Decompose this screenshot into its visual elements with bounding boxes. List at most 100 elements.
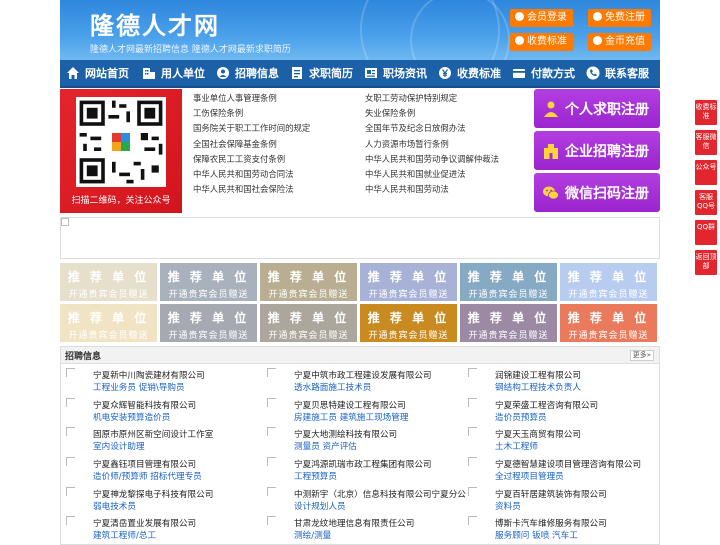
recommended-unit-tile[interactable]: 推 荐 单 位开通贵宾会员赠送 <box>460 263 557 301</box>
company-name-link[interactable]: 中测新宇（北京）信息科技有限公司宁夏分公 <box>294 488 466 500</box>
policy-link[interactable]: 中华人民共和国就业促进法 <box>362 167 534 182</box>
nav-item-employers[interactable]: 用人单位 <box>136 59 210 87</box>
company-name-link[interactable]: 宁夏神龙黎探电子科技有限公司 <box>93 488 213 500</box>
recommended-unit-tile[interactable]: 推 荐 单 位开通贵宾会员赠送 <box>160 263 257 301</box>
recommended-unit-tile[interactable]: 推 荐 单 位开通贵宾会员赠送 <box>360 304 457 342</box>
company-name-link[interactable]: 润锦建设工程有限公司 <box>495 369 581 381</box>
company-name-link[interactable]: 固原市原州区新空间设计工作室 <box>93 428 213 440</box>
policy-link[interactable]: 中华人民共和国劳动争议调解仲裁法 <box>362 152 534 167</box>
company-name-link[interactable]: 宁夏贝思特建设工程有限公司 <box>294 399 406 411</box>
recommended-unit-tile[interactable]: 推 荐 单 位开通贵宾会员赠送 <box>260 304 357 342</box>
recommended-unit-tile[interactable]: 推 荐 单 位开通贵宾会员赠送 <box>560 263 657 301</box>
company-logo-image[interactable] <box>66 516 75 526</box>
recommended-unit-tile[interactable]: 推 荐 单 位开通贵宾会员赠送 <box>160 304 257 342</box>
policy-link[interactable]: 人力资源市场暂行条例 <box>362 137 534 152</box>
nav-item-home[interactable]: 网站首页 <box>60 59 136 87</box>
side-float-item[interactable]: 客服微信 <box>695 130 717 155</box>
policy-link[interactable]: 国务院关于职工工作时间的规定 <box>190 121 362 136</box>
company-logo-image[interactable] <box>468 427 477 437</box>
job-positions-link[interactable]: 全过程项目管理员 <box>495 470 564 482</box>
company-logo-image[interactable] <box>66 457 75 467</box>
side-float-item[interactable]: 收费标准 <box>695 100 717 125</box>
company-logo-image[interactable] <box>267 516 276 526</box>
company-name-link[interactable]: 宁夏天玉商贸有限公司 <box>495 428 581 440</box>
company-logo-image[interactable] <box>66 427 75 437</box>
job-positions-link[interactable]: 设计规划人员 <box>294 500 346 512</box>
side-float-item[interactable]: 返回顶部 <box>695 250 717 275</box>
job-positions-link[interactable]: 工程业务员 促销\导购员 <box>93 381 185 393</box>
company-logo-image[interactable] <box>66 397 75 407</box>
policy-link[interactable]: 中华人民共和国劳动合同法 <box>190 167 362 182</box>
company-logo-image[interactable] <box>267 427 276 437</box>
recommended-unit-tile[interactable]: 推 荐 单 位开通贵宾会员赠送 <box>360 263 457 301</box>
company-name-link[interactable]: 甘肃龙纹地理信息有限责任公司 <box>294 517 414 529</box>
personal-register-button[interactable]: 个人求职注册 <box>534 89 660 128</box>
policy-link[interactable]: 女职工劳动保护特别规定 <box>362 91 534 106</box>
company-logo-image[interactable] <box>468 486 477 496</box>
company-logo-image[interactable] <box>468 516 477 526</box>
nav-item-payment[interactable]: 付款方式 <box>506 59 580 87</box>
job-positions-link[interactable]: 造价员预算员 <box>495 411 547 423</box>
company-logo-image[interactable] <box>468 368 477 377</box>
site-name[interactable]: 隆德人才网 <box>90 6 220 41</box>
side-float-item[interactable]: QQ群 <box>695 220 717 245</box>
policy-link[interactable]: 中华人民共和国社会保险法 <box>190 182 362 197</box>
nav-item-resumes[interactable]: 求职简历 <box>284 59 358 87</box>
company-name-link[interactable]: 宁夏新中川陶瓷建材有限公司 <box>93 369 205 381</box>
wechat-register-button[interactable]: 微信扫码注册 <box>534 173 660 212</box>
login-button[interactable]: 会员登录 <box>510 9 573 27</box>
job-positions-link[interactable]: 钢结构工程技术负责人 <box>495 381 581 393</box>
policy-link[interactable]: 工伤保险条例 <box>190 106 362 121</box>
company-name-link[interactable]: 宁夏鸿源凯瑞市政工程集团有限公司 <box>294 458 432 470</box>
nav-item-pricing[interactable]: 收费标准 <box>432 59 506 87</box>
nav-item-support[interactable]: 联系客服 <box>580 59 660 87</box>
recommended-unit-tile[interactable]: 推 荐 单 位开通贵宾会员赠送 <box>260 263 357 301</box>
company-name-link[interactable]: 宁夏百轩居建筑装饰有限公司 <box>495 488 607 500</box>
recommended-unit-tile[interactable]: 推 荐 单 位开通贵宾会员赠送 <box>60 263 157 301</box>
policy-link[interactable]: 保障农民工工资支付条例 <box>190 152 362 167</box>
company-logo-image[interactable] <box>267 368 276 377</box>
recommended-unit-tile[interactable]: 推 荐 单 位开通贵宾会员赠送 <box>60 304 157 342</box>
company-logo-image[interactable] <box>66 486 75 496</box>
company-logo-image[interactable] <box>267 397 276 407</box>
policy-link[interactable]: 失业保险条例 <box>362 106 534 121</box>
company-register-button[interactable]: 企业招聘注册 <box>534 131 660 170</box>
company-name-link[interactable]: 宁夏众辉智能科技有限公司 <box>93 399 196 411</box>
policy-link[interactable]: 中华人民共和国劳动法 <box>362 182 534 197</box>
banner-ad[interactable] <box>60 217 660 259</box>
company-logo-image[interactable] <box>468 457 477 467</box>
job-positions-link[interactable]: 机电安装预算造价员 <box>93 411 170 423</box>
recommended-unit-tile[interactable]: 推 荐 单 位开通贵宾会员赠送 <box>560 304 657 342</box>
job-positions-link[interactable]: 工程预算员 <box>294 470 337 482</box>
register-button[interactable]: 免费注册 <box>588 9 651 27</box>
company-name-link[interactable]: 宁夏鑫钰项目管理有限公司 <box>93 458 196 470</box>
recommended-unit-tile[interactable]: 推 荐 单 位开通贵宾会员赠送 <box>460 304 557 342</box>
company-name-link[interactable]: 博斯卡汽车维修服务有限公司 <box>495 517 607 529</box>
job-positions-link[interactable]: 弱电技术员 <box>93 500 136 512</box>
job-positions-link[interactable]: 室内设计助理 <box>93 440 145 452</box>
recharge-button[interactable]: 金币充值 <box>588 33 651 51</box>
policy-link[interactable]: 事业单位人事管理条例 <box>190 91 362 106</box>
job-positions-link[interactable]: 土木工程师 <box>495 440 538 452</box>
company-name-link[interactable]: 宁夏大地测绘科技有限公司 <box>294 428 397 440</box>
policy-link[interactable]: 全国社会保障基金条例 <box>190 137 362 152</box>
company-logo-image[interactable] <box>267 486 276 496</box>
job-positions-link[interactable]: 测量员 资产评估 <box>294 440 357 452</box>
job-positions-link[interactable]: 造价师/预算师 招标代理专员 <box>93 470 202 482</box>
job-positions-link[interactable]: 透水路面施工技术员 <box>294 381 371 393</box>
nav-item-news[interactable]: 职场资讯 <box>358 59 432 87</box>
company-logo-image[interactable] <box>468 397 477 407</box>
company-name-link[interactable]: 宁夏清岳置业发展有限公司 <box>93 517 196 529</box>
job-positions-link[interactable]: 资料员 <box>495 500 521 512</box>
company-logo-image[interactable] <box>267 457 276 467</box>
price-button[interactable]: 收费标准 <box>510 33 573 51</box>
jobs-more-link[interactable]: 更多» <box>629 350 654 361</box>
company-logo-image[interactable] <box>66 368 75 377</box>
company-name-link[interactable]: 宁夏德智慧建设项目管理咨询有限公司 <box>495 458 641 470</box>
side-float-item[interactable]: 客服QQ号 <box>695 190 717 215</box>
company-name-link[interactable]: 宁夏荣盛工程咨询有限公司 <box>495 399 598 411</box>
side-float-item[interactable]: 公众号 <box>695 160 717 185</box>
nav-item-jobs[interactable]: 招聘信息 <box>210 59 284 87</box>
company-name-link[interactable]: 宁夏中筑市政工程建设发展有限公司 <box>294 369 432 381</box>
job-positions-link[interactable]: 房建施工员 建筑施工现场管理 <box>294 411 408 423</box>
